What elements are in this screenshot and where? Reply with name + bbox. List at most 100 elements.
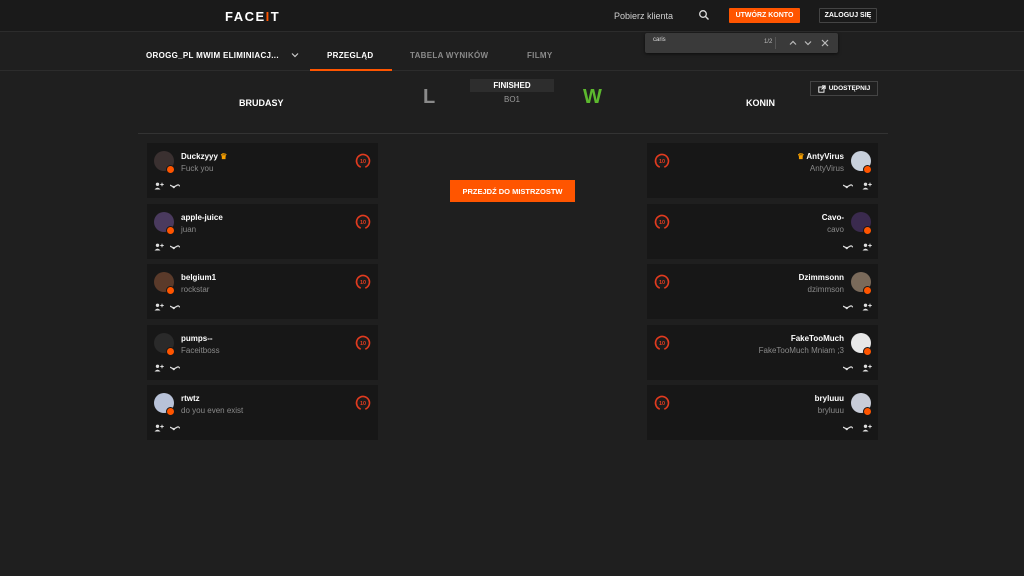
player-name[interactable]: rtwtz [181,394,200,403]
player-badge-icon [863,407,872,416]
find-bar: caris 1/2 [645,33,838,53]
player-badge-icon [166,346,175,356]
add-friend-icon[interactable] [862,424,872,432]
svg-text:10: 10 [360,341,366,347]
player-avatar[interactable] [154,151,175,174]
find-divider [775,37,776,49]
player-avatar[interactable] [851,393,872,416]
svg-text:10: 10 [360,280,366,286]
share-label: UDOSTĘPNIJ [828,85,871,92]
svg-text:10: 10 [360,220,366,226]
svg-text:10: 10 [659,159,665,165]
add-friend-icon[interactable] [154,182,164,190]
player-card[interactable]: rtwtz do you even exist 10 [147,385,378,440]
player-avatar[interactable] [154,393,175,416]
team-left-name[interactable]: BRUDASY [239,98,284,108]
add-friend-icon[interactable] [154,364,164,372]
steam-icon[interactable] [170,182,180,190]
share-icon [818,84,826,93]
find-input[interactable]: caris [653,37,753,49]
svg-text:10: 10 [659,280,665,286]
player-description: Fuck you [181,164,214,173]
skill-level-icon: 10 [355,274,371,290]
player-name[interactable]: belgium1 [181,273,216,282]
skill-level-icon: 10 [654,274,670,290]
svg-text:10: 10 [360,159,366,165]
player-card[interactable]: FakeTooMuch FakeTooMuch Mniam ;3 10 [647,324,878,380]
player-description: FakeTooMuch Mniam ;3 [758,345,844,355]
top-bar: FACEIT Pobierz klienta UTWÓRZ KONTO ZALO… [0,0,1024,32]
player-card[interactable]: Cavo-cavo 10 [647,203,878,259]
share-button[interactable]: UDOSTĘPNIJ [810,81,878,96]
player-badge-icon [166,286,175,295]
player-avatar[interactable] [851,211,872,235]
steam-icon[interactable] [170,243,180,251]
tab-overview[interactable]: PRZEGLĄD [327,51,373,60]
player-card[interactable]: Duckzyyy ♛ Fuck you 10 [147,143,378,198]
player-name[interactable]: bryluuu [815,394,844,403]
player-avatar[interactable] [851,151,872,174]
add-friend-icon[interactable] [154,424,164,432]
faceit-logo[interactable]: FACEIT [225,9,280,24]
player-description: rockstar [181,285,210,294]
team-right-name[interactable]: KONIN [746,98,775,108]
add-friend-icon[interactable] [154,243,164,251]
search-icon[interactable] [698,9,710,21]
team-left-result: L [423,86,436,108]
player-name[interactable]: apple-juice [181,213,223,222]
player-name[interactable]: Duckzyyy ♛ [181,152,227,161]
steam-icon[interactable] [843,243,853,251]
skill-level-icon: 10 [654,335,670,350]
add-friend-icon[interactable] [862,303,872,311]
steam-icon[interactable] [170,424,180,432]
skill-level-icon: 10 [654,395,670,411]
crown-icon: ♛ [797,152,807,161]
match-format: BO1 [503,95,520,104]
add-friend-icon[interactable] [862,364,872,372]
player-card[interactable]: Dzimmsonn dzimmson 10 [647,264,878,319]
player-description: Faceitboss [181,345,220,355]
player-card[interactable]: apple-juice juan 10 [147,203,378,259]
steam-icon[interactable] [170,303,180,311]
svg-text:10: 10 [659,220,665,226]
create-account-button[interactable]: UTWÓRZ KONTO [729,8,800,23]
match-header: BRUDASY L FINISHED BO1 W KONIN UDOSTĘPNI… [138,72,888,134]
add-friend-icon[interactable] [862,243,872,251]
go-to-tournament-button[interactable]: PRZEJDŹ DO MISTRZOSTW [450,180,575,202]
steam-icon[interactable] [170,364,180,372]
player-name[interactable]: pumps-- [181,334,213,343]
svg-text:10: 10 [659,401,665,407]
player-avatar[interactable] [154,211,175,235]
player-name[interactable]: Dzimmsonn [799,273,844,282]
chevron-down-icon[interactable] [290,50,300,60]
player-card[interactable]: bryluuu bryluuu 10 [647,385,878,440]
download-client-link[interactable]: Pobierz klienta [614,11,673,21]
tournament-selector[interactable]: OROGG_PL MWIM ELIMINIACJ... [146,51,279,60]
login-button[interactable]: ZALOGUJ SIĘ [819,8,877,23]
steam-icon[interactable] [843,182,853,190]
player-name[interactable]: ♛ AntyVirus [797,152,844,161]
steam-icon[interactable] [843,364,853,372]
svg-text:10: 10 [659,341,665,347]
steam-icon[interactable] [843,303,853,311]
skill-level-icon: 10 [355,335,371,350]
find-close-icon[interactable] [819,37,831,49]
player-avatar[interactable] [851,272,872,295]
find-previous-icon[interactable] [787,37,799,49]
player-avatar[interactable] [851,332,872,356]
player-avatar[interactable] [154,332,175,356]
add-friend-icon[interactable] [862,182,872,190]
add-friend-icon[interactable] [154,303,164,311]
player-description: dzimmson [807,285,844,294]
player-name[interactable]: Cavo- [822,213,844,222]
player-card[interactable]: belgium1 rockstar 10 [147,264,378,319]
player-name[interactable]: FakeTooMuch [791,334,844,343]
player-card[interactable]: ♛ AntyVirus AntyVirus 10 [647,143,878,198]
steam-icon[interactable] [843,424,853,432]
skill-level-icon: 10 [654,153,670,169]
find-next-icon[interactable] [802,37,814,49]
player-avatar[interactable] [154,272,175,295]
tab-videos[interactable]: FILMY [527,51,553,60]
tab-scoreboard[interactable]: TABELA WYNIKÓW [410,51,488,60]
player-card[interactable]: pumps-- Faceitboss 10 [147,324,378,380]
